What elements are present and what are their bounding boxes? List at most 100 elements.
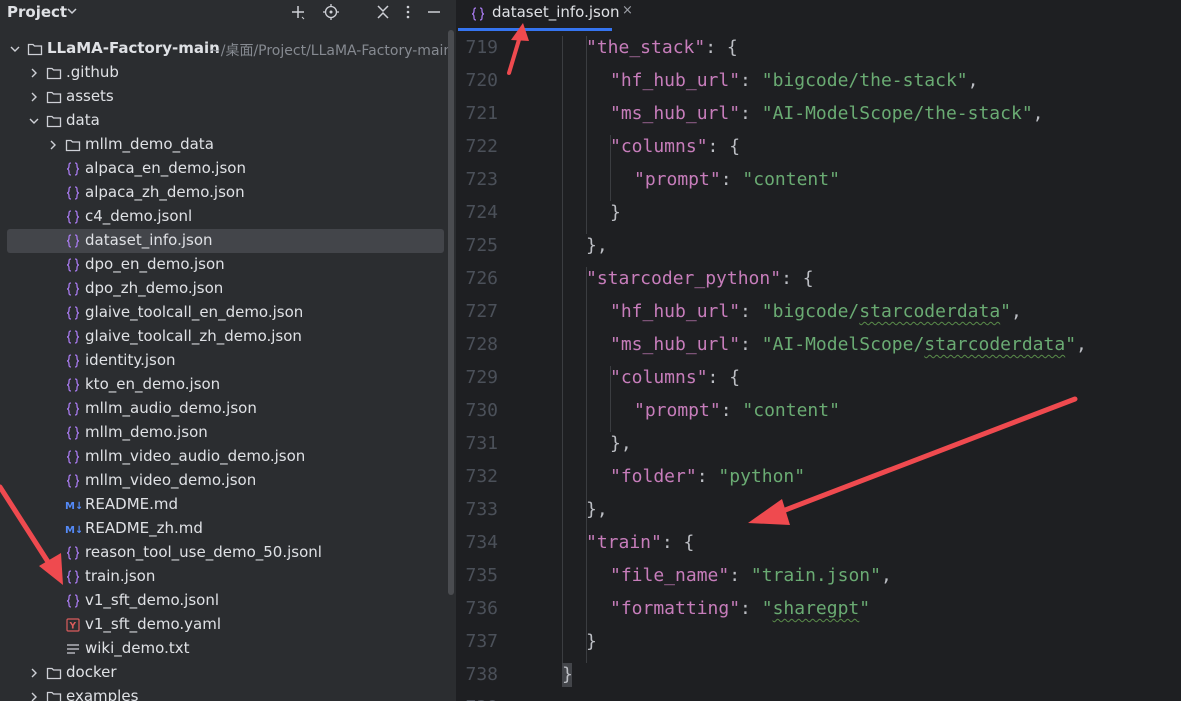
minimize-icon[interactable] — [426, 4, 442, 20]
code-line: "formatting": "sharegpt" — [610, 598, 871, 619]
tree-item-llama-factory-main[interactable]: LLaMA-Factory-main ~/桌面/Project/LLaMA-Fac… — [0, 37, 456, 61]
line-number: 722 — [465, 136, 498, 157]
line-number: 733 — [465, 499, 498, 520]
tree-item-kto-en-demo-json[interactable]: kto_en_demo.json — [0, 373, 456, 397]
json-file-icon — [66, 546, 80, 560]
chevron-right-icon[interactable] — [48, 140, 58, 150]
line-number: 730 — [465, 400, 498, 421]
json-file-icon — [66, 258, 80, 272]
tree-item-label: train.json — [85, 567, 156, 585]
tree-item-mllm-audio-demo-json[interactable]: mllm_audio_demo.json — [0, 397, 456, 421]
tree-item-examples[interactable]: examples — [0, 685, 456, 701]
tree-item-v1-sft-demo-jsonl[interactable]: v1_sft_demo.jsonl — [0, 589, 456, 613]
tree-item-v1-sft-demo-yaml[interactable]: Yv1_sft_demo.yaml — [0, 613, 456, 637]
sidebar-scrollbar[interactable] — [448, 30, 454, 595]
tree-item-label: mllm_demo_data — [85, 135, 214, 153]
tree-item-mllm-demo-json[interactable]: mllm_demo.json — [0, 421, 456, 445]
tree-item-readme-md[interactable]: M↓ README.md — [0, 493, 456, 517]
project-root-path: ~/桌面/Project/LLaMA-Factory-main — [209, 43, 453, 59]
more-icon[interactable] — [400, 4, 416, 20]
json-file-icon — [66, 330, 80, 344]
tree-item-label: mllm_video_demo.json — [85, 471, 257, 489]
tree-item-glaive-toolcall-zh-demo-json[interactable]: glaive_toolcall_zh_demo.json — [0, 325, 456, 349]
json-file-icon — [66, 210, 80, 224]
close-icon[interactable]: × — [622, 3, 633, 18]
tree-item-c4-demo-jsonl[interactable]: c4_demo.jsonl — [0, 205, 456, 229]
tree-item-wiki-demo-txt[interactable]: wiki_demo.txt — [0, 637, 456, 661]
tree-item-train-json[interactable]: train.json — [0, 565, 456, 589]
chevron-right-icon[interactable] — [29, 68, 39, 78]
code-line: "hf_hub_url": "bigcode/the-stack", — [610, 70, 979, 91]
json-file-icon — [66, 594, 80, 608]
tree-item-label: kto_en_demo.json — [85, 375, 221, 393]
line-number: 723 — [465, 169, 498, 190]
text-file-icon — [67, 644, 79, 654]
tree-item-dpo-zh-demo-json[interactable]: dpo_zh_demo.json — [0, 277, 456, 301]
line-number: 732 — [465, 466, 498, 487]
tree-item-label: c4_demo.jsonl — [85, 207, 193, 225]
tree-item-label: mllm_video_audio_demo.json — [85, 447, 306, 465]
folder-icon — [46, 67, 62, 80]
tree-item-github[interactable]: .github — [0, 61, 456, 85]
line-number: 725 — [465, 235, 498, 256]
chevron-down-icon[interactable] — [67, 6, 77, 16]
code-area[interactable]: 719 "the_stack": {720 "hf_hub_url": "bigco… — [456, 36, 1181, 701]
code-line: "prompt": "content" — [634, 169, 840, 190]
indent-guide — [562, 36, 563, 663]
line-number: 737 — [465, 631, 498, 652]
chevron-down-icon[interactable] — [29, 116, 39, 126]
tree-item-label: assets — [66, 87, 114, 105]
line-number: 721 — [465, 103, 498, 124]
tree-item-mllm-video-demo-json[interactable]: mllm_video_demo.json — [0, 469, 456, 493]
tree-item-alpaca-zh-demo-json[interactable]: alpaca_zh_demo.json — [0, 181, 456, 205]
tree-item-dataset-info-json[interactable]: dataset_info.json — [0, 229, 456, 253]
tree-item-label: glaive_toolcall_zh_demo.json — [85, 327, 302, 345]
svg-text:M↓: M↓ — [65, 501, 81, 512]
line-number: 736 — [465, 598, 498, 619]
tree-item-assets[interactable]: assets — [0, 85, 456, 109]
line-number: 720 — [465, 70, 498, 91]
tree-item-readme-zh-md[interactable]: M↓ README_zh.md — [0, 517, 456, 541]
tree-item-label: LLaMA-Factory-main — [47, 39, 220, 57]
json-file-icon — [66, 450, 80, 464]
indent-guide — [586, 267, 587, 531]
code-line: "columns": { — [610, 136, 741, 157]
tree-item-label: mllm_audio_demo.json — [85, 399, 257, 417]
tree-item-reason-tool-use-demo-50-jsonl[interactable]: reason_tool_use_demo_50.jsonl — [0, 541, 456, 565]
tree-item-label: data — [66, 111, 100, 129]
tree-item-alpaca-en-demo-json[interactable]: alpaca_en_demo.json — [0, 157, 456, 181]
tree-item-label: docker — [66, 663, 117, 681]
chevron-right-icon[interactable] — [29, 668, 39, 678]
tree-item-docker[interactable]: docker — [0, 661, 456, 685]
folder-icon — [46, 91, 62, 104]
code-line: "folder": "python" — [610, 466, 806, 487]
line-number: 728 — [465, 334, 498, 355]
chevron-right-icon[interactable] — [29, 92, 39, 102]
tree-item-label: alpaca_zh_demo.json — [85, 183, 245, 201]
tree-item-label: README_zh.md — [85, 519, 203, 537]
chevron-right-icon[interactable] — [29, 692, 39, 701]
tree-item-identity-json[interactable]: identity.json — [0, 349, 456, 373]
chevron-down-icon[interactable] — [10, 44, 20, 54]
tree-item-mllm-demo-data[interactable]: mllm_demo_data — [0, 133, 456, 157]
editor: dataset_info.json × 719 "the_stack": {720… — [456, 0, 1181, 701]
code-line: "ms_hub_url": "AI-ModelScope/starcoderda… — [610, 334, 1087, 355]
locate-icon[interactable] — [323, 4, 339, 20]
json-file-icon — [66, 234, 80, 248]
json-file-icon — [471, 7, 485, 21]
add-icon[interactable] — [290, 4, 306, 20]
tree-item-mllm-video-audio-demo-json[interactable]: mllm_video_audio_demo.json — [0, 445, 456, 469]
tree-item-data[interactable]: data — [0, 109, 456, 133]
tree-item-glaive-toolcall-en-demo-json[interactable]: glaive_toolcall_en_demo.json — [0, 301, 456, 325]
code-line: }, — [586, 499, 608, 520]
collapse-icon[interactable] — [375, 4, 391, 20]
json-file-icon — [66, 354, 80, 368]
line-number: 738 — [465, 664, 498, 685]
svg-text:Y: Y — [69, 622, 77, 632]
markdown-file-icon: M↓ — [65, 525, 81, 536]
tree-item-dpo-en-demo-json[interactable]: dpo_en_demo.json — [0, 253, 456, 277]
folder-icon — [46, 667, 62, 680]
active-tab-indicator — [458, 28, 612, 31]
code-line: "file_name": "train.json", — [610, 565, 892, 586]
project-panel-title[interactable]: Project — [7, 3, 67, 21]
